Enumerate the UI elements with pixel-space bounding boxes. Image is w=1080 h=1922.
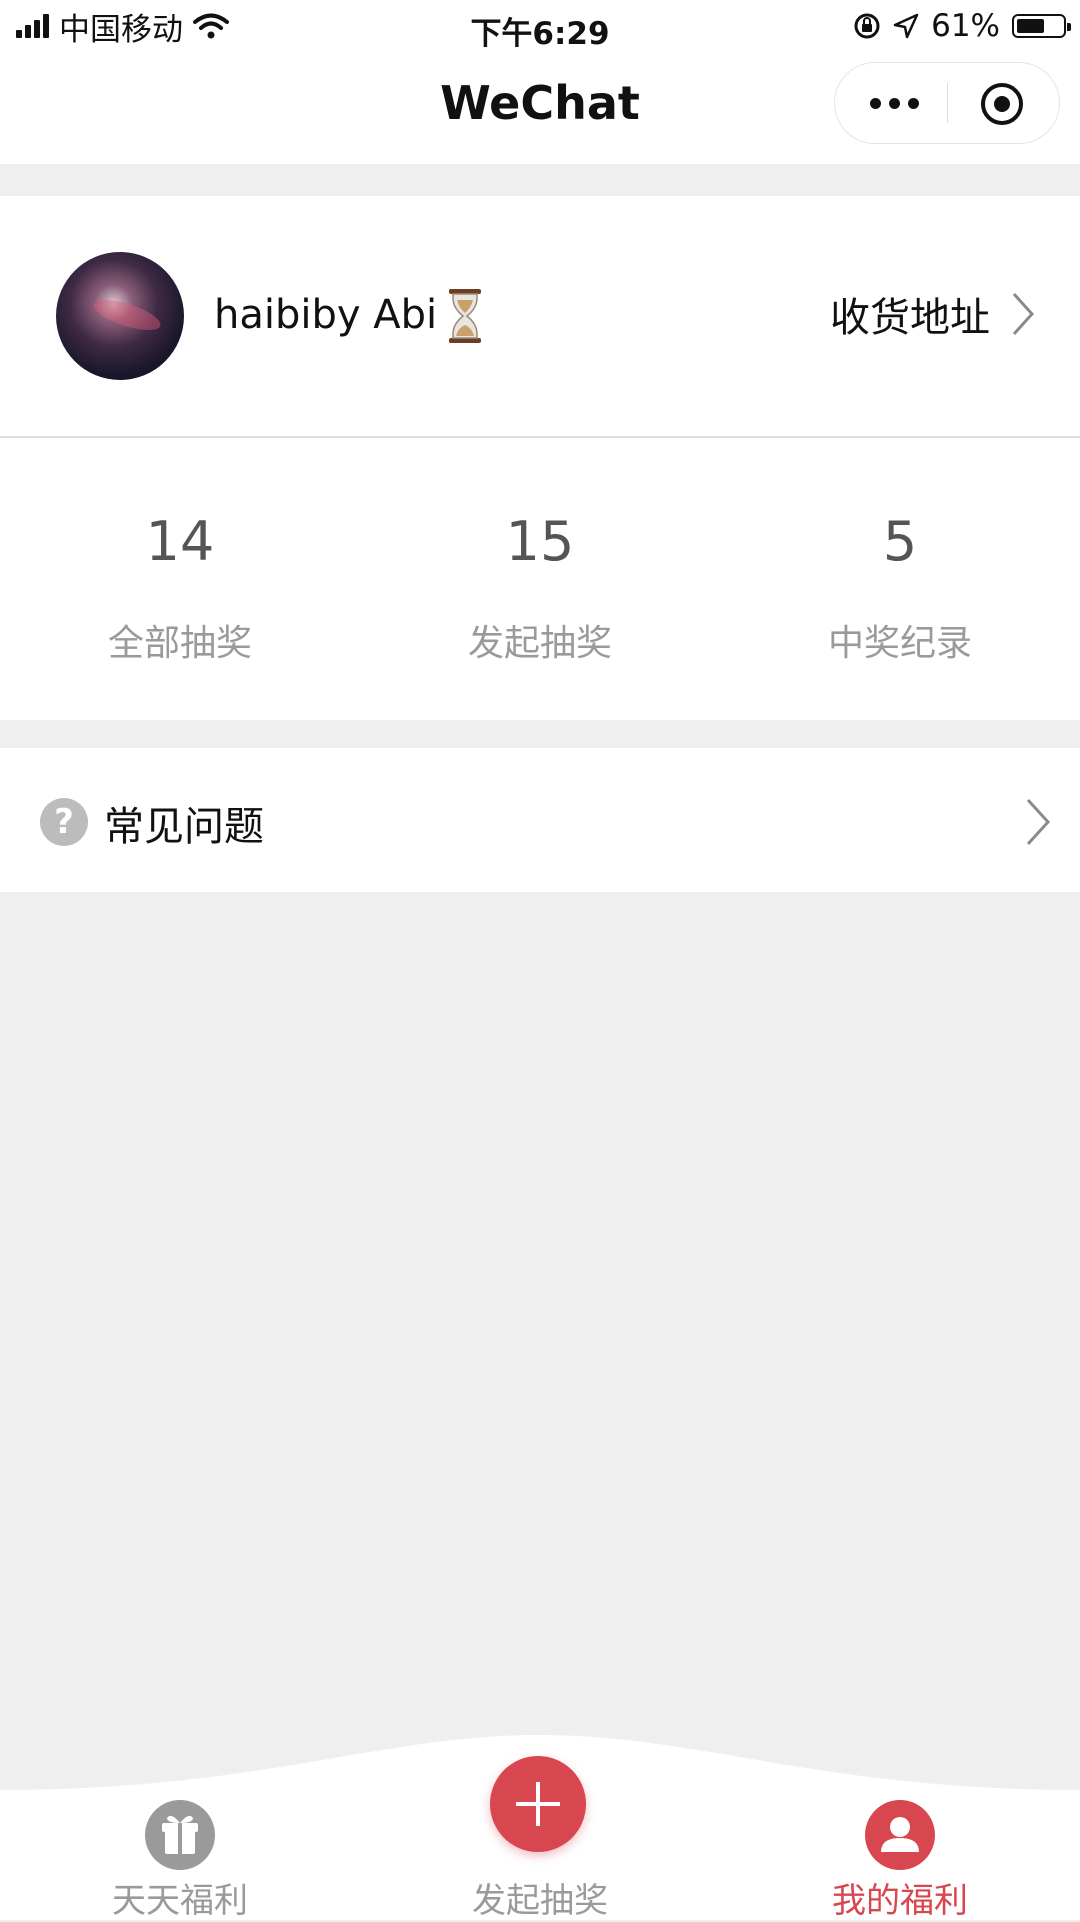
user-icon bbox=[865, 1800, 935, 1870]
chevron-right-icon bbox=[1026, 798, 1050, 846]
stat-value: 14 bbox=[145, 510, 215, 573]
stat-label: 中奖纪录 bbox=[827, 623, 972, 664]
avatar[interactable] bbox=[56, 252, 184, 380]
capsule-divider bbox=[947, 83, 948, 123]
stat-label: 发起抽奖 bbox=[467, 623, 612, 664]
plus-icon bbox=[516, 1782, 560, 1826]
stat-value: 15 bbox=[505, 510, 575, 573]
profile-card: haibiby Abi 收货地址 bbox=[0, 196, 1080, 438]
location-icon bbox=[893, 13, 919, 39]
tab-label: 天天福利 bbox=[112, 1881, 248, 1921]
tab-label: 我的福利 bbox=[832, 1881, 968, 1921]
chevron-right-icon bbox=[1012, 292, 1034, 336]
faq-row[interactable]: ? 常见问题 bbox=[0, 748, 1080, 892]
more-icon[interactable] bbox=[857, 81, 931, 125]
battery-icon bbox=[1012, 14, 1071, 38]
nav-bar: WeChat bbox=[0, 52, 1080, 164]
gift-icon bbox=[145, 1800, 215, 1870]
shipping-address-link[interactable]: 收货地址 bbox=[830, 286, 1034, 342]
username: haibiby Abi bbox=[214, 292, 438, 338]
miniprogram-capsule bbox=[834, 62, 1060, 144]
tab-my-welfare[interactable]: 我的福利 bbox=[750, 1795, 1050, 1921]
tab-daily-welfare[interactable]: 天天福利 bbox=[30, 1795, 330, 1921]
stat-all-lotteries[interactable]: 14 全部抽奖 bbox=[0, 438, 360, 720]
question-icon: ? bbox=[40, 798, 88, 846]
stat-winning-records[interactable]: 5 中奖纪录 bbox=[720, 438, 1080, 720]
stats-section: 14 全部抽奖 15 发起抽奖 5 中奖纪录 bbox=[0, 438, 1080, 720]
status-right: 61% bbox=[853, 6, 1071, 46]
tab-label[interactable]: 发起抽奖 bbox=[390, 1873, 690, 1922]
battery-percent: 61% bbox=[931, 8, 1000, 44]
start-lottery-button[interactable] bbox=[490, 1756, 586, 1852]
shipping-address-label: 收货地址 bbox=[830, 295, 990, 341]
stat-label: 全部抽奖 bbox=[107, 623, 252, 664]
battery-fill bbox=[1017, 19, 1044, 33]
close-miniprogram-icon[interactable] bbox=[979, 81, 1025, 127]
stat-value: 5 bbox=[882, 510, 918, 573]
status-bar: 中国移动 下午6:29 61% bbox=[0, 0, 1080, 52]
faq-label: 常见问题 bbox=[104, 804, 264, 850]
orientation-lock-icon bbox=[854, 13, 880, 39]
hourglass-icon bbox=[449, 289, 481, 343]
stat-initiated-lotteries[interactable]: 15 发起抽奖 bbox=[360, 438, 720, 720]
